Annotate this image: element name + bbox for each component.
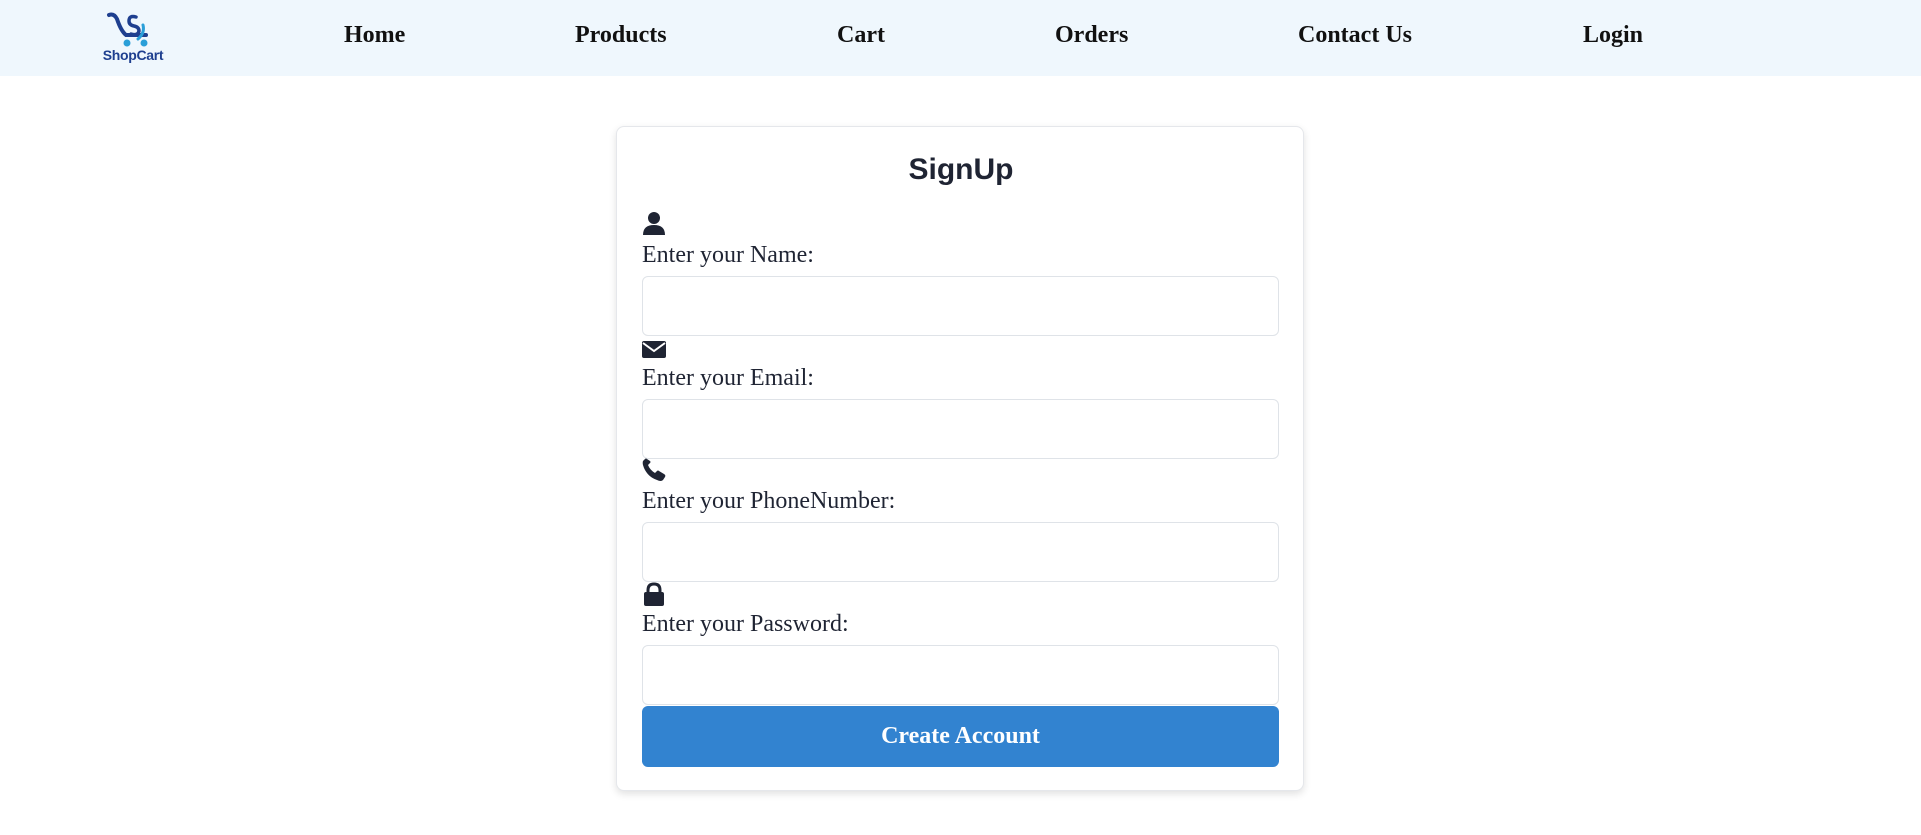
email-input[interactable] <box>642 399 1279 459</box>
nav-products[interactable]: Products <box>575 22 667 49</box>
shopcart-logo[interactable]: ShopCart <box>96 9 170 67</box>
nav-login[interactable]: Login <box>1583 22 1643 49</box>
envelope-icon <box>642 338 666 362</box>
password-input[interactable] <box>642 645 1279 705</box>
lock-icon <box>642 582 666 606</box>
phone-icon <box>642 458 666 482</box>
password-label: Enter your Password: <box>642 611 849 637</box>
navbar: ShopCart Home Products Cart Orders Conta… <box>0 0 1921 76</box>
email-label: Enter your Email: <box>642 365 814 391</box>
phone-label: Enter your PhoneNumber: <box>642 488 896 514</box>
cart-logo-icon <box>107 12 148 47</box>
name-input[interactable] <box>642 276 1279 336</box>
nav-home[interactable]: Home <box>344 22 405 49</box>
nav-orders[interactable]: Orders <box>1055 22 1128 49</box>
nav-contact-us[interactable]: Contact Us <box>1298 22 1412 49</box>
signup-card: SignUp Enter your Name: Enter your Email… <box>616 126 1304 791</box>
logo-text: ShopCart <box>102 47 164 63</box>
name-label: Enter your Name: <box>642 242 814 268</box>
create-account-button[interactable]: Create Account <box>642 706 1279 767</box>
phone-input[interactable] <box>642 522 1279 582</box>
signup-title: SignUp <box>908 153 1014 186</box>
user-icon <box>642 211 666 235</box>
nav-cart[interactable]: Cart <box>837 22 885 49</box>
